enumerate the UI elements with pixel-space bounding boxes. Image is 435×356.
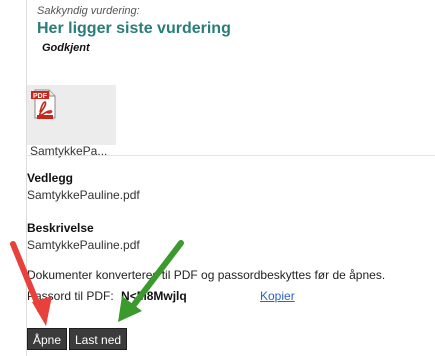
attachment-tile[interactable]: PDF SamtykkePa... xyxy=(27,85,116,158)
assessment-label: Sakkyndig vurdering: xyxy=(37,5,140,17)
copy-password-link[interactable]: Kopier xyxy=(260,289,295,303)
password-label: Passord til PDF: xyxy=(27,289,114,303)
svg-text:PDF: PDF xyxy=(33,93,48,100)
assessment-title: Her ligger siste vurdering xyxy=(37,20,231,37)
pdf-icon: PDF xyxy=(31,89,56,119)
password-row: Passord til PDF: N<M8Mwjlq xyxy=(27,289,187,303)
pdf-notice: Dokumenter konverteres til PDF og passor… xyxy=(27,268,386,282)
attachment-label: Vedlegg xyxy=(27,171,74,185)
divider xyxy=(27,155,435,156)
password-value: N<M8Mwjlq xyxy=(121,289,187,303)
download-button[interactable]: Last ned xyxy=(69,328,128,350)
open-button[interactable]: Åpne xyxy=(27,328,68,350)
status-text: Godkjent xyxy=(42,42,90,54)
assessment-card: Sakkyndig vurdering: Her ligger siste vu… xyxy=(26,0,435,356)
attachment-value: SamtykkePauline.pdf xyxy=(27,188,140,202)
description-label: Beskrivelse xyxy=(27,221,94,235)
description-value: SamtykkePauline.pdf xyxy=(27,238,140,252)
